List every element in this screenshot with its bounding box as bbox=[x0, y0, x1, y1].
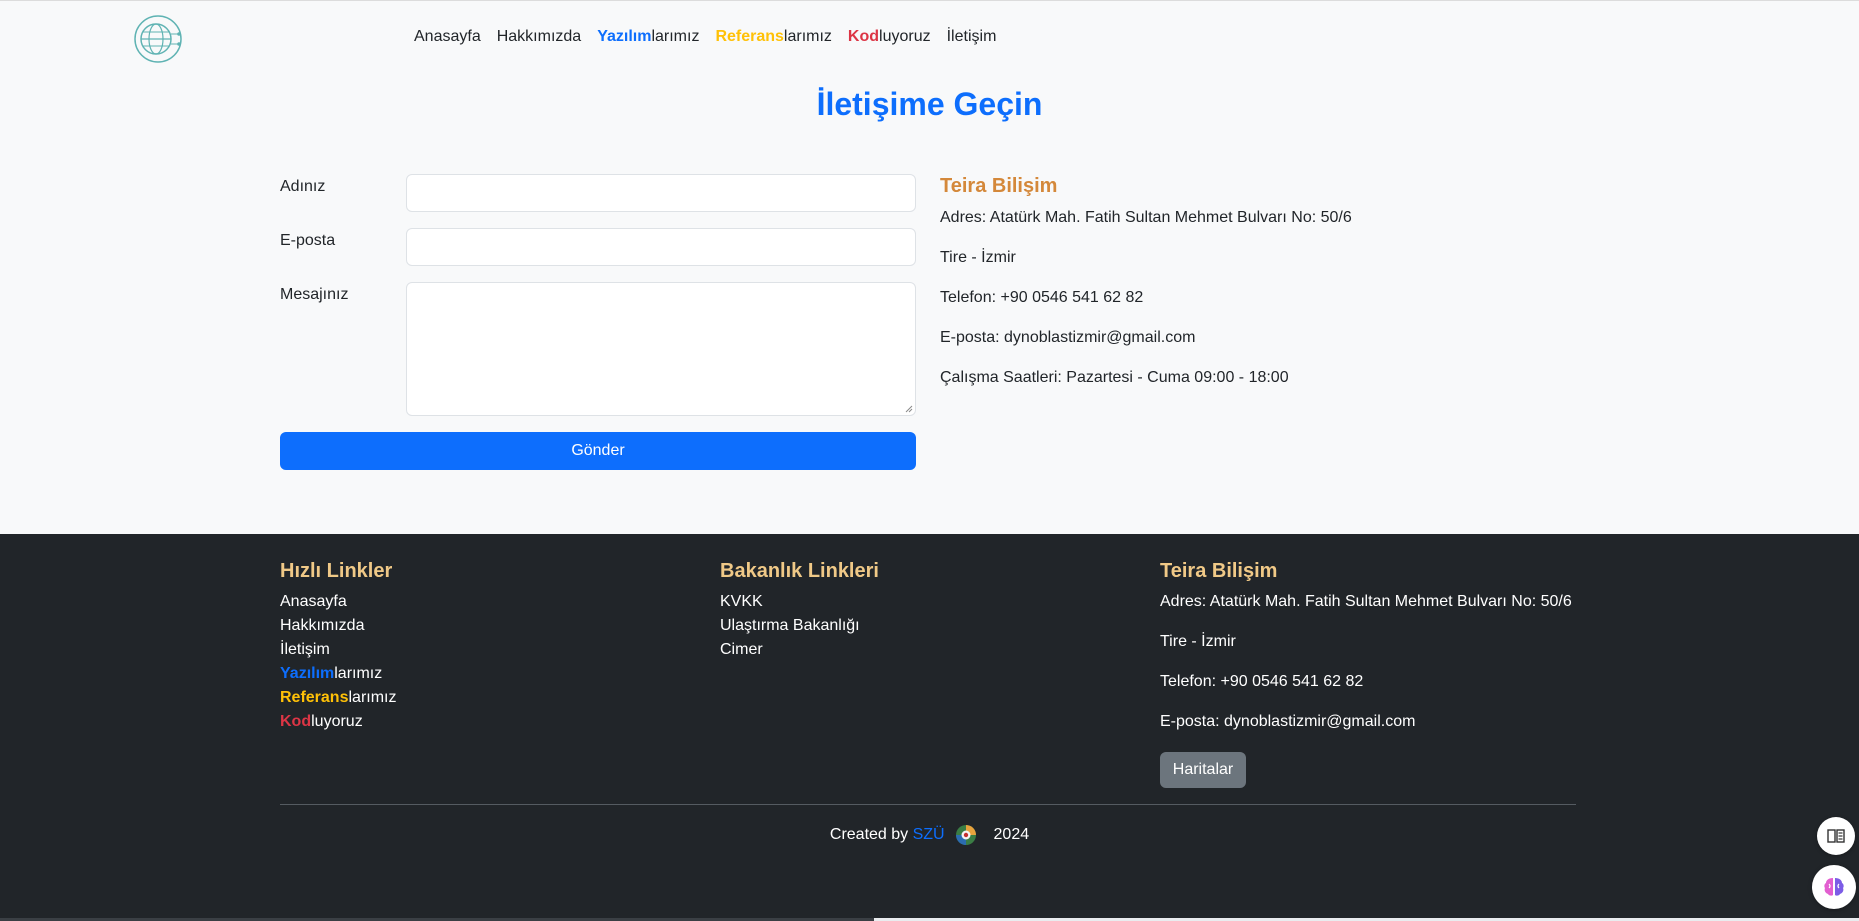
nav-home[interactable]: Anasayfa bbox=[414, 28, 481, 46]
company-city: Tire - İzmir bbox=[940, 249, 1016, 266]
nav-references-accent: Referans bbox=[715, 28, 784, 45]
message-field[interactable] bbox=[406, 282, 916, 416]
reader-mode-button[interactable] bbox=[1817, 817, 1855, 855]
company-hours: Çalışma Saatleri: Pazartesi - Cuma 09:00… bbox=[940, 369, 1289, 386]
footer-company-phone: Telefon: +90 0546 541 62 82 bbox=[1160, 673, 1364, 690]
footer-software-rest: larımız bbox=[334, 665, 383, 682]
credit-prefix: Created by bbox=[829, 826, 909, 844]
footer-link-about[interactable]: Hakkımızda bbox=[280, 617, 364, 635]
footer-link-kvkk[interactable]: KVKK bbox=[720, 593, 763, 611]
message-label: Mesajınız bbox=[280, 286, 349, 303]
nav-coding-rest: luyoruz bbox=[879, 28, 931, 45]
author-logo-icon bbox=[955, 824, 977, 846]
quick-links-title: Hızlı Linkler bbox=[280, 560, 393, 582]
nav-software-rest: larımız bbox=[651, 28, 700, 45]
nav-coding[interactable]: Kodluyoruz bbox=[848, 28, 931, 46]
top-border bbox=[0, 0, 1859, 1]
footer-link-software[interactable]: Yazılımlarımız bbox=[280, 665, 382, 683]
nav-coding-accent: Kod bbox=[847, 28, 880, 45]
nav-software[interactable]: Yazılımlarımız bbox=[597, 28, 699, 46]
nav-references[interactable]: Referanslarımız bbox=[715, 28, 831, 46]
ai-assistant-button[interactable] bbox=[1812, 865, 1856, 909]
footer-coding-rest: luyoruz bbox=[311, 713, 363, 730]
footer-company-title: Teira Bilişim bbox=[1160, 560, 1278, 582]
page-title: İletişime Geçin bbox=[816, 86, 1043, 122]
footer-credit: Created by SZÜ 2024 bbox=[0, 824, 1859, 846]
submit-button[interactable]: Gönder bbox=[280, 432, 916, 470]
credit-author-link[interactable]: SZÜ bbox=[913, 826, 945, 843]
footer-company-city: Tire - İzmir bbox=[1160, 633, 1236, 650]
nav-software-accent: Yazılım bbox=[597, 28, 652, 45]
footer-link-coding[interactable]: Kodluyoruz bbox=[280, 713, 363, 731]
book-reader-icon bbox=[1827, 829, 1845, 843]
company-phone: Telefon: +90 0546 541 62 82 bbox=[940, 289, 1144, 306]
email-field[interactable] bbox=[406, 228, 916, 266]
footer-references-accent: Referans bbox=[280, 689, 349, 706]
footer-link-references[interactable]: Referanslarımız bbox=[280, 689, 396, 707]
credit-year: 2024 bbox=[993, 826, 1030, 844]
resize-handle-icon[interactable] bbox=[905, 405, 913, 413]
site-logo[interactable] bbox=[133, 14, 183, 64]
company-title: Teira Bilişim bbox=[940, 175, 1058, 197]
footer-divider bbox=[280, 804, 1576, 805]
footer-link-cimer[interactable]: Cimer bbox=[720, 641, 763, 659]
nav-contact[interactable]: İletişim bbox=[947, 28, 997, 46]
name-field[interactable] bbox=[406, 174, 916, 212]
email-label: E-posta bbox=[280, 232, 336, 249]
name-label: Adınız bbox=[280, 178, 326, 195]
footer-company-address: Adres: Atatürk Mah. Fatih Sultan Mehmet … bbox=[1160, 593, 1572, 610]
ministry-links-title: Bakanlık Linkleri bbox=[720, 560, 879, 582]
footer-software-accent: Yazılım bbox=[280, 665, 335, 682]
footer-references-rest: larımız bbox=[348, 689, 397, 706]
nav-references-rest: larımız bbox=[783, 28, 832, 45]
nav-about[interactable]: Hakkımızda bbox=[497, 28, 581, 46]
footer-link-transport-ministry[interactable]: Ulaştırma Bakanlığı bbox=[720, 617, 860, 635]
maps-button[interactable]: Haritalar bbox=[1160, 752, 1246, 788]
footer-company-email: E-posta: dynoblastizmir@gmail.com bbox=[1160, 713, 1416, 730]
site-footer: Hızlı Linkler Anasayfa Hakkımızda İletiş… bbox=[0, 534, 1859, 921]
footer-link-home[interactable]: Anasayfa bbox=[280, 593, 347, 611]
footer-coding-accent: Kod bbox=[280, 713, 312, 730]
main-nav: Anasayfa Hakkımızda Yazılımlarımız Refer… bbox=[414, 28, 996, 46]
brain-icon bbox=[1824, 878, 1844, 896]
company-email: E-posta: dynoblastizmir@gmail.com bbox=[940, 329, 1196, 346]
footer-link-contact[interactable]: İletişim bbox=[280, 641, 330, 659]
company-address: Adres: Atatürk Mah. Fatih Sultan Mehmet … bbox=[940, 209, 1352, 226]
globe-circuit-logo-icon bbox=[134, 15, 182, 63]
